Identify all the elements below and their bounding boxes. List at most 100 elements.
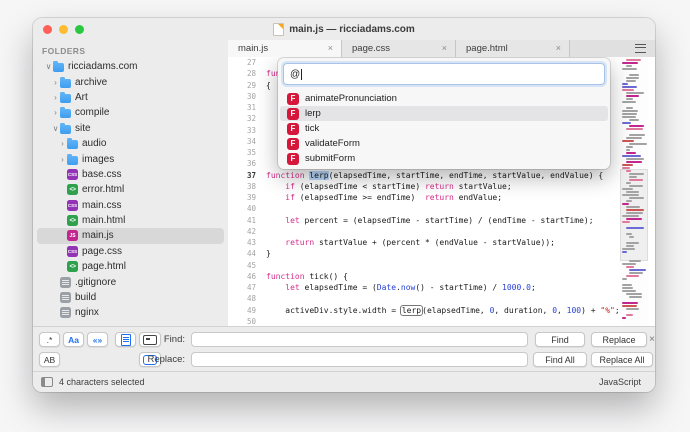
sidebar-item-audio[interactable]: ›audio [33,136,228,151]
chevron-down-icon[interactable]: ∨ [51,124,60,133]
autocomplete-item-validateForm[interactable]: FvalidateForm [280,136,608,151]
chevron-right-icon[interactable]: › [51,78,60,87]
code-line-41[interactable]: 41 let percent = (elapsedTime - startTim… [228,215,655,226]
minimap-line [622,167,630,169]
minimap-line [626,152,636,154]
replace-input[interactable] [191,352,528,367]
tab-main-js[interactable]: main.js× [228,40,342,57]
code-line-43[interactable]: 43 return startValue + (percent * (endVa… [228,237,655,248]
close-window-button[interactable] [43,25,52,34]
sidebar-item-compile[interactable]: › compile [33,105,228,120]
find-all-button[interactable]: Find All [533,352,587,367]
code-text: return startValue + (percent * (endValue… [266,237,555,248]
find-input[interactable] [191,332,528,347]
close-tab-icon[interactable]: × [328,44,333,53]
generic-file-icon [60,307,71,318]
sidebar-item-label: images [82,154,114,165]
autocomplete-item-label: validateForm [305,138,360,149]
code-line-37[interactable]: 37function lerp(elapsedTime, startTime, … [228,170,655,181]
whole-word-toggle-button[interactable]: «» [87,332,108,347]
sidebar-item-images[interactable]: › images [33,151,228,166]
sidebar-item-nginx[interactable]: nginx [33,305,228,320]
autocomplete-item-submitForm[interactable]: FsubmitForm [280,151,608,166]
sidebar-item-art[interactable]: ›Art [33,90,228,105]
minimap-line [626,161,643,163]
selection-status-text: 4 characters selected [59,377,145,387]
autocomplete-item-tick[interactable]: Ftick [280,121,608,136]
sidebar-item-error-html[interactable]: <>error.html [33,182,228,197]
sidebar-item-archive[interactable]: ›archive [33,74,228,89]
code-line-38[interactable]: 38 if (elapsedTime < startTime) return s… [228,181,655,192]
sidebar-item-base-css[interactable]: CSSbase.css [33,167,228,182]
minimap-line [622,302,638,304]
title-bar[interactable]: main.js — ricciadams.com [33,18,655,40]
language-mode[interactable]: JavaScript [599,377,641,387]
find-button[interactable]: Find [535,332,585,347]
code-line-44[interactable]: 44} [228,248,655,259]
sidebar-item-label: compile [75,107,109,118]
sidebar-item-page-css[interactable]: CSSpage.css [33,244,228,259]
sidebar-item-build[interactable]: build [33,290,228,305]
minimap-line [622,83,628,85]
zoom-window-button[interactable] [75,25,84,34]
traffic-lights [43,25,84,34]
sidebar-item-site[interactable]: ∨site [33,121,228,136]
folder-icon [53,63,64,72]
tab-overflow-menu-icon[interactable] [635,44,646,53]
replace-button[interactable]: Replace [591,332,647,347]
sidebar-item-label: nginx [75,307,99,318]
replace-all-button[interactable]: Replace All [591,352,653,367]
sidebar-item-main-css[interactable]: CSSmain.css [33,198,228,213]
chevron-right-icon[interactable]: › [58,139,67,148]
minimap-line [622,164,633,166]
code-line-47[interactable]: 47 let elapsedTime = (Date.now() - start… [228,282,655,293]
close-find-bar-button[interactable]: × [645,332,655,347]
minimap-line [629,125,644,127]
folder-icon [60,125,71,134]
selection-indicator-icon[interactable] [41,377,53,387]
code-line-45[interactable]: 45 [228,260,655,271]
minimap[interactable] [620,57,648,327]
code-text: let percent = (elapsedTime - startTime) … [266,215,594,226]
line-number: 45 [228,260,256,271]
preserve-case-toggle-button[interactable]: AB [39,352,60,367]
tab-page-html[interactable]: page.html× [456,40,570,57]
code-line-46[interactable]: 46function tick() { [228,271,655,282]
line-number: 49 [228,305,256,316]
chevron-right-icon[interactable]: › [51,93,60,102]
line-number: 40 [228,203,256,214]
code-line-39[interactable]: 39 if (elapsedTime >= endTime) return en… [228,192,655,203]
regex-toggle-button[interactable]: .* [39,332,60,347]
minimap-line [622,113,637,115]
autocomplete-item-lerp[interactable]: Flerp [280,106,608,121]
minimap-line [622,140,634,142]
code-editor[interactable]: 2728fun29{3031323334353637function lerp(… [228,57,655,327]
sidebar-item--gitignore[interactable]: .gitignore [33,274,228,289]
close-tab-icon[interactable]: × [442,44,447,53]
code-line-48[interactable]: 48 [228,293,655,304]
minimap-line [629,185,643,187]
chevron-down-icon[interactable]: ∨ [44,62,53,71]
sidebar-item-main-html[interactable]: <>main.html [33,213,228,228]
code-line-42[interactable]: 42 [228,226,655,237]
sidebar-item-label: base.css [82,169,121,180]
symbol-search-input[interactable]: @ [283,63,605,85]
minimize-window-button[interactable] [59,25,68,34]
case-sensitive-toggle-button[interactable]: Aa [63,332,84,347]
sidebar-item-main-js[interactable]: JSmain.js [33,228,228,243]
sidebar-item-ricciadams-com[interactable]: ∨ ricciadams.com [33,59,228,74]
line-number: 28 [228,68,256,79]
chevron-right-icon[interactable]: › [51,108,60,117]
chevron-right-icon[interactable]: › [58,155,67,164]
sidebar-item-page-html[interactable]: <>page.html [33,259,228,274]
sidebar-item-label: ricciadams.com [68,61,137,72]
autocomplete-item-animatePronunciation[interactable]: FanimatePronunciation [280,91,608,106]
code-line-40[interactable]: 40 [228,203,655,214]
code-line-49[interactable]: 49 activeDiv.style.width = lerp(elapsedT… [228,305,655,316]
close-tab-icon[interactable]: × [556,44,561,53]
symbol-autocomplete-popup: @ FanimatePronunciationFlerpFtickFvalida… [278,58,610,169]
tab-page-css[interactable]: page.css× [342,40,456,57]
minimap-line [626,245,635,247]
minimap-line [622,122,631,124]
minimap-line [626,77,639,79]
